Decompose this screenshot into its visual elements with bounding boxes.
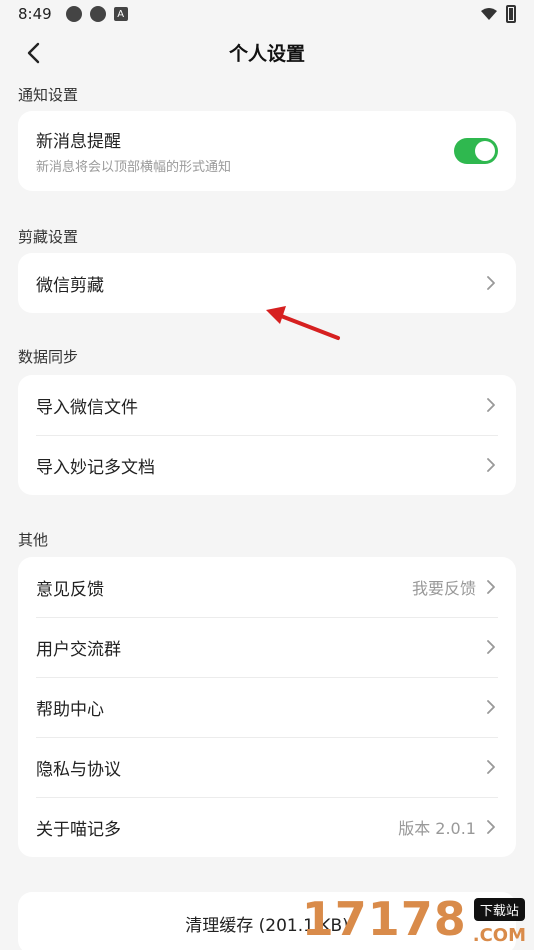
watermark-text: 17178 <box>301 892 467 946</box>
back-button[interactable] <box>18 38 48 68</box>
chevron-right-icon <box>487 458 495 472</box>
status-icons: A <box>65 6 128 22</box>
chevron-left-icon <box>27 42 40 64</box>
red-arrow-annotation <box>266 306 340 340</box>
row-label: 意见反馈 <box>36 579 104 600</box>
watermark: 17178 下载站 .COM <box>301 886 534 950</box>
new-message-toggle[interactable] <box>454 138 498 164</box>
row-value: 我要反馈 <box>411 579 476 598</box>
row-feedback[interactable]: 意见反馈 我要反馈 <box>18 557 516 617</box>
row-import-wechat-files[interactable]: 导入微信文件 <box>18 375 516 435</box>
section-title-clip: 剪藏设置 <box>18 228 79 246</box>
a-badge-icon: A <box>113 7 128 21</box>
toggle-title: 新消息提醒 <box>36 132 121 152</box>
row-import-miaojiduo-docs[interactable]: 导入妙记多文档 <box>18 435 516 495</box>
header: 个人设置 <box>0 30 534 74</box>
chevron-right-icon <box>487 820 495 834</box>
app-notification-icon <box>65 6 82 22</box>
row-help-center[interactable]: 帮助中心 <box>18 677 516 737</box>
page-title: 个人设置 <box>228 42 305 65</box>
chevron-right-icon <box>487 276 495 290</box>
section-title-notify: 通知设置 <box>18 86 79 104</box>
watermark-com: .COM <box>472 925 526 946</box>
status-bar: 8:49 A <box>0 0 534 28</box>
row-label: 帮助中心 <box>36 699 104 720</box>
row-label: 关于喵记多 <box>36 819 121 840</box>
row-label: 微信剪藏 <box>36 275 104 296</box>
card-notify: 新消息提醒 新消息将会以顶部横幅的形式通知 <box>18 111 516 191</box>
row-label: 用户交流群 <box>36 639 121 660</box>
section-title-other: 其他 <box>18 531 49 549</box>
toggle-knob <box>475 141 495 161</box>
card-other: 意见反馈 我要反馈 用户交流群 帮助中心 隐私与协议 关于喵记多 版本 2.0.… <box>18 557 516 857</box>
row-user-group[interactable]: 用户交流群 <box>18 617 516 677</box>
row-privacy[interactable]: 隐私与协议 <box>18 737 516 797</box>
toggle-subtitle: 新消息将会以顶部横幅的形式通知 <box>36 160 232 175</box>
row-label: 导入妙记多文档 <box>36 457 155 478</box>
status-right <box>480 5 516 23</box>
row-about[interactable]: 关于喵记多 版本 2.0.1 <box>18 797 516 857</box>
app-notification-icon <box>89 6 106 22</box>
row-label: 导入微信文件 <box>36 397 138 418</box>
row-value: 版本 2.0.1 <box>398 819 476 838</box>
new-message-alert-row: 新消息提醒 新消息将会以顶部横幅的形式通知 <box>18 111 516 191</box>
chevron-right-icon <box>487 580 495 594</box>
battery-icon <box>506 5 516 23</box>
chevron-right-icon <box>487 700 495 714</box>
status-time: 8:49 <box>18 5 52 23</box>
row-label: 隐私与协议 <box>36 759 121 780</box>
section-title-sync: 数据同步 <box>18 348 79 366</box>
wifi-icon <box>481 8 497 20</box>
card-sync: 导入微信文件 导入妙记多文档 <box>18 375 516 495</box>
chevron-right-icon <box>487 760 495 774</box>
chevron-right-icon <box>487 398 495 412</box>
watermark-tag: 下载站 <box>473 898 525 921</box>
chevron-right-icon <box>487 640 495 654</box>
